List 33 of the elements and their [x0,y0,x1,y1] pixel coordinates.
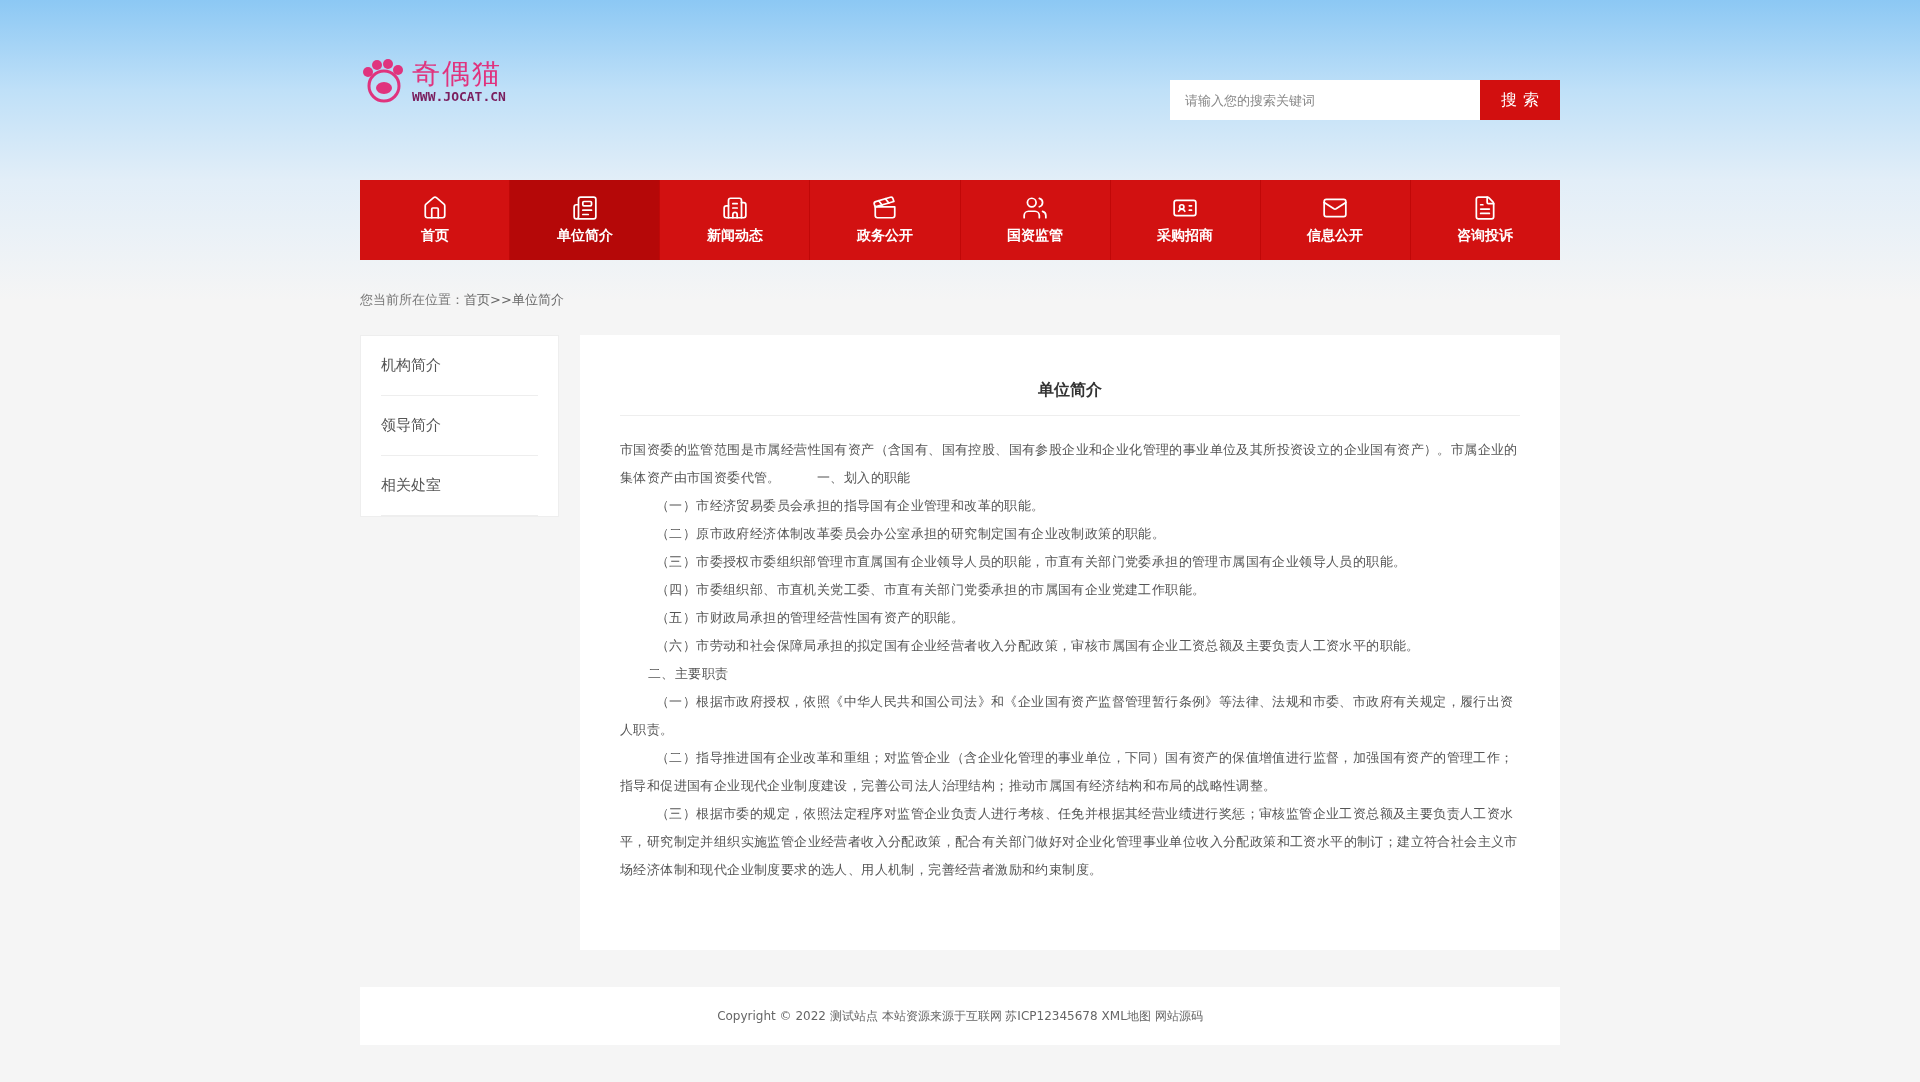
nav-item[interactable]: 单位简介 [510,180,661,260]
article-paragraph: （一）市经济贸易委员会承担的指导国有企业管理和改革的职能。 [655,497,1046,515]
breadcrumb-link[interactable]: >>单位简介 [490,291,564,309]
breadcrumb-link[interactable]: 首页 [464,291,490,309]
sidebar-item[interactable]: 机构简介 [381,336,538,396]
copyright-text: Copyright © 2022 测试站点 本站资源来源于互联网 苏ICP12345678 [717,1007,1098,1025]
breadcrumb-label: 您当前所在位置： [360,291,464,309]
search-button[interactable]: 搜 索 [1480,80,1560,120]
newspaper-icon [571,195,598,221]
article-paragraph: （五）市财政局承担的管理经营性国有资产的职能。 [655,609,966,627]
article-paragraph: （三）根据市委的规定，依照法定程序对监管企业负责人进行考核、任免并根据其经营业绩进行奖惩；审核监管企业工资总额及主要负责人工资水平，研究制定并组织实施监管企业经营者收入分配政策，配合有关部门做好对企业化管理事业单位收入分配政策和工资水平的制订；建立符合社会主义市场经济体制和现代企业制度要求的选人、用人机制，完善经营者激励和约束制度。 [620,805,1519,879]
logo-url: WWW.JOCAT.CN [412,88,506,104]
article-paragraph: （二）原市政府经济体制改革委员会办公室承担的研究制定国有企业改制政策的职能。 [655,525,1167,543]
article-paragraph: 市国资委的监管范围是市属经营性国有资产（含国有、国有控股、国有参股企业和企业化管理的事业单位及其所投资设立的企业国有资产）。市属企业的集体资产由市国资委代管。 一、划入的职能 [620,441,1519,487]
building-icon [721,195,748,221]
sidebar-item[interactable]: 相关处室 [381,456,538,516]
home-icon [421,195,448,221]
article-paragraph: 二、主要职责 [647,665,730,683]
article-paragraph: （一）根据市政府授权，依照《中华人民共和国公司法》和《企业国有资产监督管理暂行条例》等法律、法规和市委、市政府有关规定，履行出资人职责。 [620,693,1515,739]
paw-logo-icon [360,58,406,104]
logo-name: 奇偶猫 [412,58,503,89]
footer-link[interactable]: 网站源码 [1154,1007,1203,1025]
article-paragraph: （六）市劳动和社会保障局承担的拟定国有企业经营者收入分配政策，审核市属国有企业工资总额及主要负责人工资水平的职能。 [655,637,1421,655]
sidebar-item[interactable]: 领导简介 [381,396,538,456]
article-paragraph: （四）市委组织部、市直机关党工委、市直有关部门党委承担的市属国有企业党建工作职能。 [655,581,1207,599]
users-icon [1022,195,1049,221]
article-paragraph: （二）指导推进国有企业改革和重组；对监管企业（含企业化管理的事业单位，下同）国有资产的保值增值进行监督，加强国有资产的管理工作；指导和促进国有企业现代企业制度建设，完善公司法人治理结构；推动市属国有经济结构和布局的战略性调整。 [620,749,1515,795]
mail-icon [1322,195,1349,221]
search-field[interactable]: 请输入您的搜索关键词 [1170,80,1480,120]
video-icon [871,195,898,221]
article-title: 单位简介 [620,360,1520,416]
article-paragraph: （三）市委授权市委组织部管理市直属国有企业领导人员的职能，市直有关部门党委承担的管理市属国有企业领导人员的职能。 [655,553,1408,571]
footer-link[interactable]: XML地图 [1101,1007,1151,1025]
